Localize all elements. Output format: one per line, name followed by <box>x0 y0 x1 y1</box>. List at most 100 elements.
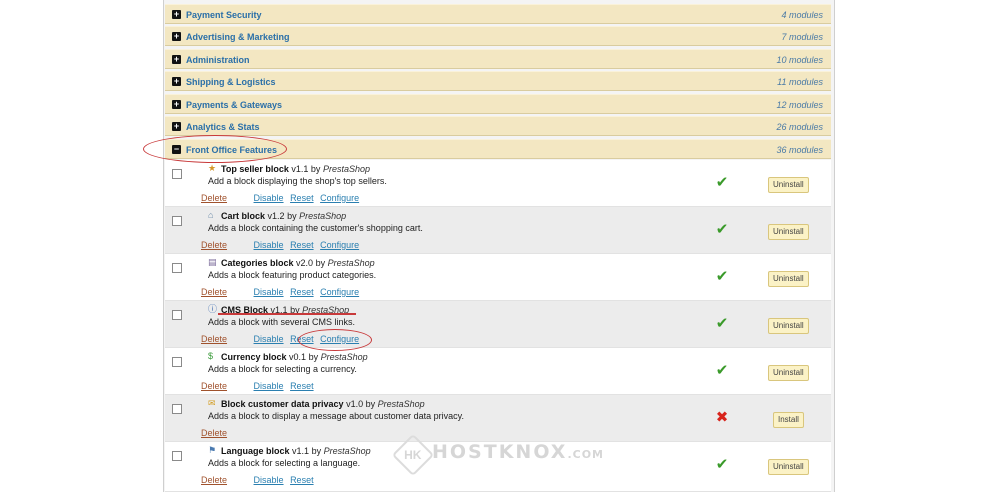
module-title: Categories block v2.0 by PrestaShop <box>221 258 375 268</box>
disable-link[interactable]: Disable <box>254 475 284 485</box>
module-actions: Delete <box>201 428 227 439</box>
category-name[interactable]: Shipping & Logistics <box>186 75 276 89</box>
module-checkbox[interactable] <box>172 310 182 320</box>
category-name[interactable]: Analytics & Stats <box>186 120 260 134</box>
folder-icon: ✉ <box>208 398 216 408</box>
reset-link[interactable]: Reset <box>290 240 314 250</box>
category-count: 12 modules <box>776 100 823 110</box>
uninstall-button[interactable]: Uninstall <box>768 365 809 381</box>
delete-link[interactable]: Delete <box>201 240 227 250</box>
expand-icon[interactable]: + <box>172 100 181 109</box>
module-description: Adds a block to display a message about … <box>208 411 464 421</box>
expand-icon[interactable]: + <box>172 77 181 86</box>
module-row-currency-block: $ Currency block v0.1 by PrestaShop Adds… <box>165 348 831 395</box>
module-title: Cart block v1.2 by PrestaShop <box>221 211 347 221</box>
enabled-check-icon: ✔ <box>715 456 729 473</box>
category-name[interactable]: Payment Security <box>186 8 262 22</box>
category-administration[interactable]: + Administration 10 modules <box>165 49 831 69</box>
reset-link[interactable]: Reset <box>290 475 314 485</box>
currency-icon: $ <box>208 351 214 361</box>
enabled-check-icon: ✔ <box>715 315 729 332</box>
disable-link[interactable]: Disable <box>254 334 284 344</box>
module-actions: Delete Disable Reset Configure <box>201 240 359 251</box>
category-count: 36 modules <box>776 145 823 155</box>
category-analytics-stats[interactable]: + Analytics & Stats 26 modules <box>165 116 831 136</box>
module-description: Adds a block containing the customer's s… <box>208 223 423 233</box>
module-row-top-seller: ★ Top seller block v1.1 by PrestaShop Ad… <box>165 160 831 207</box>
reset-link[interactable]: Reset <box>290 193 314 203</box>
module-description: Adds a block for selecting a language. <box>208 458 361 468</box>
module-description: Add a block displaying the shop's top se… <box>208 176 387 186</box>
reset-link[interactable]: Reset <box>290 381 314 391</box>
enabled-check-icon: ✔ <box>715 174 729 191</box>
highlight-underline-cms <box>218 313 356 315</box>
disable-link[interactable]: Disable <box>254 381 284 391</box>
module-title: Language block v1.1 by PrestaShop <box>221 446 371 456</box>
trophy-icon: ★ <box>208 163 217 173</box>
reset-link[interactable]: Reset <box>290 287 314 297</box>
module-checkbox[interactable] <box>172 404 182 414</box>
module-title: Currency block v0.1 by PrestaShop <box>221 352 368 362</box>
disable-link[interactable]: Disable <box>254 240 284 250</box>
expand-icon[interactable]: + <box>172 55 181 64</box>
module-description: Adds a block with several CMS links. <box>208 317 356 327</box>
enabled-check-icon: ✔ <box>715 221 729 238</box>
delete-link[interactable]: Delete <box>201 193 227 203</box>
module-description: Adds a block featuring product categorie… <box>208 270 377 280</box>
module-checkbox[interactable] <box>172 263 182 273</box>
enabled-check-icon: ✔ <box>715 268 729 285</box>
delete-link[interactable]: Delete <box>201 475 227 485</box>
category-count: 7 modules <box>781 32 823 42</box>
module-checkbox[interactable] <box>172 357 182 367</box>
configure-link[interactable]: Configure <box>320 240 359 250</box>
expand-icon[interactable]: + <box>172 122 181 131</box>
category-payments-gateways[interactable]: + Payments & Gateways 12 modules <box>165 94 831 114</box>
not-installed-x-icon: ✖ <box>715 409 729 426</box>
uninstall-button[interactable]: Uninstall <box>768 459 809 475</box>
uninstall-button[interactable]: Uninstall <box>768 271 809 287</box>
delete-link[interactable]: Delete <box>201 428 227 438</box>
category-count: 10 modules <box>776 55 823 65</box>
module-actions: Delete Disable Reset Configure <box>201 287 359 298</box>
category-count: 26 modules <box>776 122 823 132</box>
watermark: HOSTKNOX.COM <box>432 441 605 463</box>
category-count: 11 modules <box>777 77 823 87</box>
module-checkbox[interactable] <box>172 169 182 179</box>
cart-icon: ⌂ <box>208 210 214 220</box>
module-checkbox[interactable] <box>172 451 182 461</box>
disable-link[interactable]: Disable <box>254 287 284 297</box>
category-count: 4 modules <box>781 10 823 20</box>
uninstall-button[interactable]: Uninstall <box>768 224 809 240</box>
delete-link[interactable]: Delete <box>201 287 227 297</box>
module-description: Adds a block for selecting a currency. <box>208 364 357 374</box>
delete-link[interactable]: Delete <box>201 334 227 344</box>
category-payment-security[interactable]: + Payment Security 4 modules <box>165 4 831 24</box>
category-shipping-logistics[interactable]: + Shipping & Logistics 11 modules <box>165 71 831 91</box>
module-row-cart-block: ⌂ Cart block v1.2 by PrestaShop Adds a b… <box>165 207 831 254</box>
disable-link[interactable]: Disable <box>254 193 284 203</box>
uninstall-button[interactable]: Uninstall <box>768 177 809 193</box>
highlight-ellipse-configure <box>298 329 372 351</box>
category-advertising-marketing[interactable]: + Advertising & Marketing 7 modules <box>165 26 831 46</box>
category-name[interactable]: Payments & Gateways <box>186 98 282 112</box>
configure-link[interactable]: Configure <box>320 193 359 203</box>
module-row-categories-block: ▤ Categories block v2.0 by PrestaShop Ad… <box>165 254 831 301</box>
module-title: Top seller block v1.1 by PrestaShop <box>221 164 370 174</box>
module-row-customer-data-privacy: ✉ Block customer data privacy v1.0 by Pr… <box>165 395 831 442</box>
enabled-check-icon: ✔ <box>715 362 729 379</box>
expand-icon[interactable]: + <box>172 10 181 19</box>
uninstall-button[interactable]: Uninstall <box>768 318 809 334</box>
category-name[interactable]: Advertising & Marketing <box>186 30 290 44</box>
module-actions: Delete Disable Reset <box>201 475 314 486</box>
info-icon: ⓘ <box>208 304 218 314</box>
module-checkbox[interactable] <box>172 216 182 226</box>
delete-link[interactable]: Delete <box>201 381 227 391</box>
configure-link[interactable]: Configure <box>320 287 359 297</box>
category-name[interactable]: Administration <box>186 53 250 67</box>
categories-icon: ▤ <box>208 257 217 267</box>
module-title: Block customer data privacy v1.0 by Pres… <box>221 399 425 409</box>
install-button[interactable]: Install <box>773 412 804 428</box>
language-icon: ⚑ <box>208 445 217 455</box>
highlight-ellipse-category <box>143 135 287 163</box>
expand-icon[interactable]: + <box>172 32 181 41</box>
